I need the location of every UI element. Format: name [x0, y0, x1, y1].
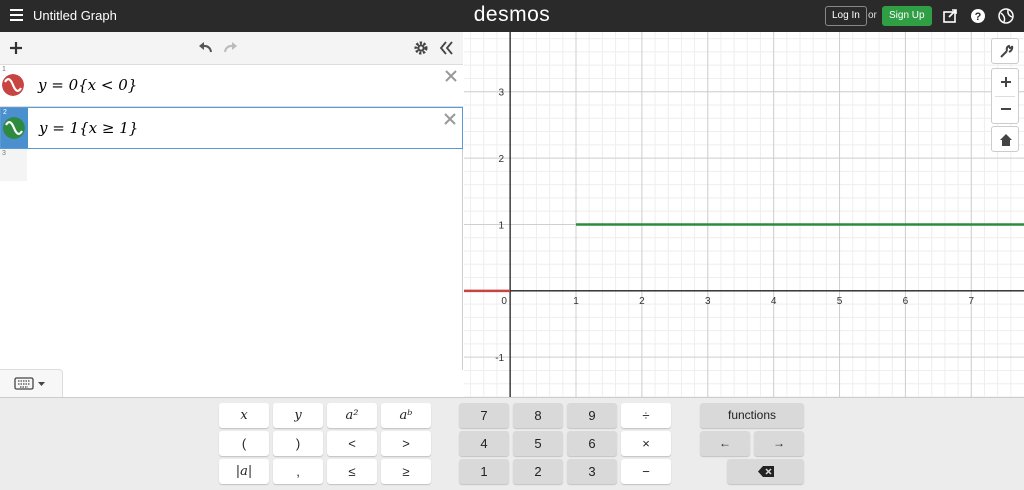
num-key-1-2[interactable]: 6 — [567, 431, 617, 456]
wrench-icon — [1000, 44, 1014, 58]
delete-expression-icon[interactable] — [443, 112, 457, 126]
x-tick-label: 5 — [837, 296, 843, 307]
backspace-icon — [758, 466, 774, 477]
expression-index: 3 — [2, 150, 6, 157]
graph-canvas[interactable]: 0 1 2 3 4 5 6 7 3 2 1 -1 — [464, 32, 1024, 397]
graph-paper[interactable]: 0 1 2 3 4 5 6 7 3 2 1 -1 — [464, 32, 1024, 397]
expression-row-3[interactable]: 3 — [0, 149, 27, 181]
key-1-2[interactable]: < — [327, 431, 377, 456]
num-key-2-2[interactable]: 3 — [567, 459, 617, 484]
key-2-2[interactable]: ≤ — [327, 459, 377, 484]
expression-toolbar — [0, 32, 463, 65]
zoom-controls — [991, 68, 1019, 124]
key-0-0[interactable]: x — [219, 403, 269, 428]
hamburger-icon[interactable] — [10, 9, 23, 21]
key-2-3[interactable]: ≥ — [381, 459, 431, 484]
key-2-0[interactable]: |a| — [219, 459, 269, 484]
x-tick-label: 7 — [969, 296, 975, 307]
expression-gutter: 1 — [0, 65, 27, 106]
right-arrow-key[interactable]: → — [754, 431, 804, 456]
num-key-0-2[interactable]: 9 — [567, 403, 617, 428]
num-key-1-3[interactable]: × — [621, 431, 671, 456]
svg-text:?: ? — [975, 11, 982, 23]
graph-settings-button[interactable] — [991, 38, 1019, 64]
expression-gutter: 2 — [1, 108, 28, 148]
expression-index: 1 — [2, 66, 6, 73]
num-key-2-1[interactable]: 2 — [513, 459, 563, 484]
x-tick-label: 0 — [501, 296, 507, 307]
num-key-2-0[interactable]: 1 — [459, 459, 509, 484]
num-key-0-3[interactable]: ÷ — [621, 403, 671, 428]
x-tick-label: 4 — [771, 296, 777, 307]
zoom-in-icon[interactable] — [998, 74, 1014, 90]
key-1-1[interactable]: ) — [273, 431, 323, 456]
plus-icon[interactable] — [8, 40, 24, 56]
x-tick-label: 6 — [903, 296, 909, 307]
keypad-toggle[interactable] — [0, 369, 63, 397]
home-icon — [1000, 134, 1012, 146]
key-1-0[interactable]: ( — [219, 431, 269, 456]
num-key-0-1[interactable]: 8 — [513, 403, 563, 428]
x-tick-label: 1 — [573, 296, 579, 307]
key-2-1[interactable]: , — [273, 459, 323, 484]
y-tick-label: 2 — [499, 154, 505, 165]
expression-panel: 1 y = 0{x < 0} 2 y = 1{x ≥ 1} 3 — [0, 32, 463, 370]
left-arrow-key[interactable]: ← — [700, 431, 750, 456]
num-key-2-3[interactable]: − — [621, 459, 671, 484]
expression-row-2[interactable]: 2 y = 1{x ≥ 1} — [0, 107, 463, 149]
backspace-key[interactable] — [727, 459, 804, 484]
y-tick-label: 1 — [499, 220, 505, 231]
graph-color-icon[interactable] — [3, 117, 25, 139]
globe-icon[interactable] — [998, 8, 1014, 24]
num-key-1-0[interactable]: 4 — [459, 431, 509, 456]
x-tick-label: 3 — [705, 296, 711, 307]
x-tick-label: 2 — [639, 296, 645, 307]
signup-button[interactable]: Sign Up — [882, 6, 932, 26]
graph-color-icon[interactable] — [2, 74, 24, 96]
login-button[interactable]: Log In — [825, 6, 867, 26]
num-key-0-0[interactable]: 7 — [459, 403, 509, 428]
delete-expression-icon[interactable] — [444, 69, 458, 83]
double-chevron-left-icon[interactable] — [438, 40, 454, 56]
gear-icon[interactable] — [413, 40, 429, 56]
key-1-3[interactable]: > — [381, 431, 431, 456]
key-0-1[interactable]: y — [273, 403, 323, 428]
graph-title[interactable]: Untitled Graph — [33, 8, 117, 23]
key-0-2[interactable]: a² — [327, 403, 377, 428]
num-key-1-1[interactable]: 5 — [513, 431, 563, 456]
functions-button[interactable]: functions — [700, 403, 804, 428]
y-tick-label: -1 — [495, 353, 504, 364]
expression-input[interactable]: y = 0{x < 0} — [38, 76, 137, 94]
help-icon[interactable]: ? — [970, 8, 986, 24]
keypad: x y a² aᵇ() < > |a|, ≤ ≥ 7 8 9 ÷ 4 5 6 × 1 2 3− functions … — [0, 397, 1024, 490]
home-button[interactable] — [991, 126, 1019, 152]
expression-input[interactable]: y = 1{x ≥ 1} — [39, 119, 138, 137]
expression-row-1[interactable]: 1 y = 0{x < 0} — [0, 65, 463, 107]
keyboard-icon — [14, 377, 45, 390]
expression-index: 2 — [3, 109, 7, 116]
undo-icon[interactable] — [197, 40, 213, 56]
top-bar: Untitled Graph desmos Log In or Sign Up … — [0, 0, 1024, 32]
y-tick-label: 3 — [499, 88, 505, 99]
or-text: or — [868, 10, 877, 21]
redo-icon[interactable] — [223, 40, 239, 56]
zoom-out-icon[interactable] — [998, 101, 1014, 117]
key-0-3[interactable]: aᵇ — [381, 403, 431, 428]
share-icon[interactable] — [942, 8, 958, 24]
